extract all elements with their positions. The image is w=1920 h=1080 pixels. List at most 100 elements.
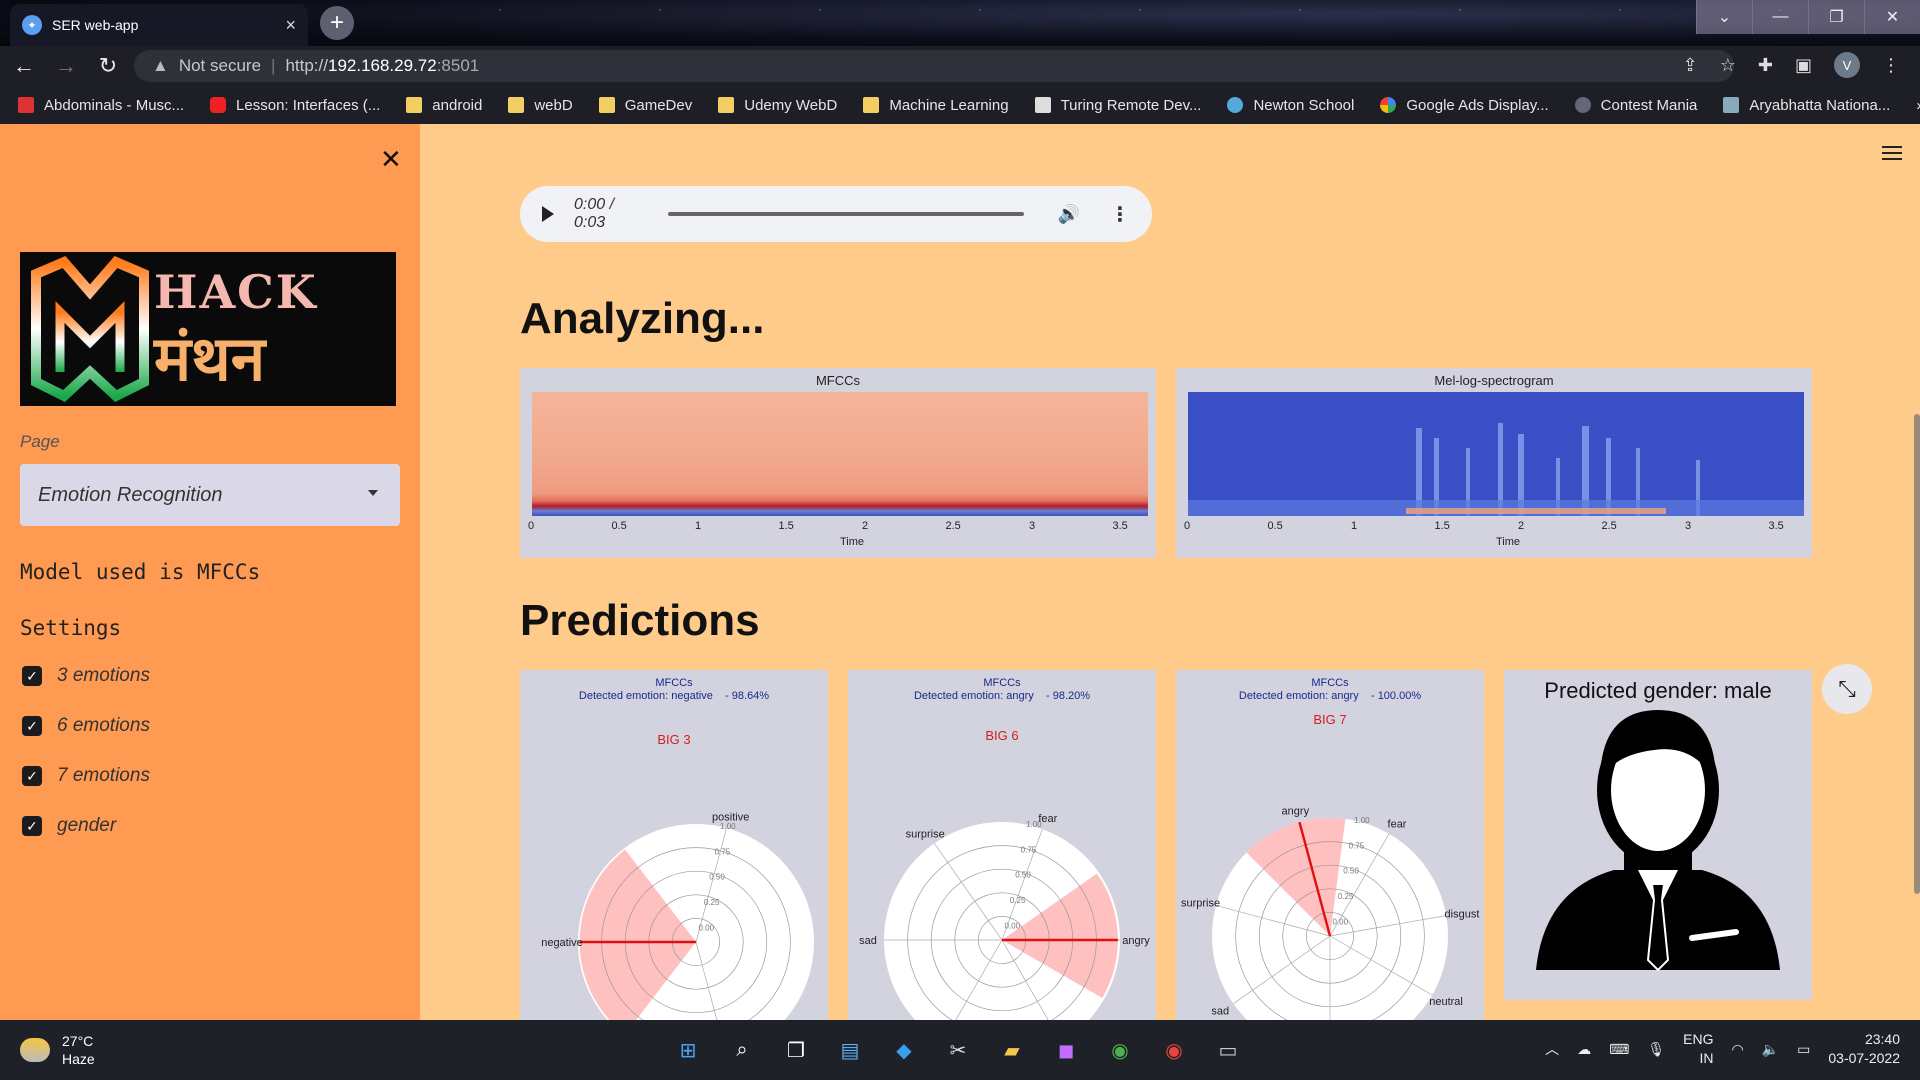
hack-manthan-logo: HACK मंथन <box>20 252 396 406</box>
bookmark-item[interactable]: Lesson: Interfaces (... <box>210 97 380 114</box>
snipping-tool-icon[interactable]: ✂ <box>938 1030 978 1070</box>
file-explorer-icon[interactable]: ▰ <box>992 1030 1032 1070</box>
folder-icon <box>863 97 880 113</box>
url-input[interactable]: ▲ Not secure | http:// 192.168.29.72 :85… <box>134 50 1734 82</box>
vscode-icon[interactable]: ◆ <box>884 1030 924 1070</box>
chat-favicon-icon: ✦ <box>22 15 42 35</box>
weather-widget[interactable]: 27°C Haze <box>20 1032 95 1068</box>
bookmark-item[interactable]: Google Ads Display... <box>1380 97 1549 114</box>
bookmark-item[interactable]: Turing Remote Dev... <box>1034 97 1201 114</box>
browser-tab[interactable]: ✦ SER web-app × <box>10 4 308 46</box>
radar-category-label: disgust <box>1445 908 1480 920</box>
side-panel-icon[interactable]: ▣ <box>1795 55 1812 76</box>
volume-icon[interactable]: 🔊 <box>1058 204 1080 225</box>
bookmark-item[interactable]: Aryabhatta Nationa... <box>1723 97 1890 114</box>
radar-category-label: sad <box>859 935 877 947</box>
clock[interactable]: 23:40 03-07-2022 <box>1828 1030 1900 1068</box>
search-icon[interactable]: ⌕ <box>722 1030 762 1070</box>
x-tick-label: 2 <box>862 520 869 532</box>
radar-category-label: fear <box>1038 813 1057 825</box>
bookmark-folder[interactable]: webD <box>508 97 573 114</box>
radar-category-label: negative <box>541 937 583 949</box>
checkbox-6-emotions[interactable]: ✓ 6 emotions <box>22 715 150 737</box>
checkbox-gender[interactable]: ✓ gender <box>22 815 116 837</box>
x-tick-label: 0.5 <box>611 520 627 532</box>
notepad-icon[interactable]: ▤ <box>830 1030 870 1070</box>
svg-text:HACK: HACK <box>154 265 318 319</box>
windows-start-icon[interactable]: ⊞ <box>668 1030 708 1070</box>
minimize-button[interactable]: — <box>1752 0 1808 34</box>
bookmark-folder[interactable]: Machine Learning <box>863 97 1009 114</box>
chrome-profile-icon[interactable]: ◉ <box>1154 1030 1194 1070</box>
hamburger-menu-icon[interactable] <box>1882 146 1902 164</box>
close-window-button[interactable]: ✕ <box>1864 0 1920 34</box>
speaker-icon[interactable]: 🔈 <box>1762 1041 1779 1058</box>
fullscreen-expand-icon[interactable]: ⤡ <box>1822 664 1872 714</box>
x-tick-label: 1.5 <box>778 520 794 532</box>
url-scheme: http:// <box>285 56 328 75</box>
model-text: Model used is MFCCs <box>20 560 261 584</box>
bookmark-item[interactable]: Newton School <box>1227 97 1354 114</box>
close-sidebar-icon[interactable]: ✕ <box>380 144 402 175</box>
terminal-icon[interactable]: ▭ <box>1208 1030 1248 1070</box>
bookmark-folder[interactable]: android <box>406 97 482 114</box>
sidebar: ✕ HACK मंथन Page Emotion Recognition Mod… <box>0 124 420 1020</box>
menu-kebab-icon[interactable]: ⋮ <box>1882 55 1900 76</box>
onedrive-icon[interactable]: ☁ <box>1577 1041 1591 1058</box>
task-view-icon[interactable]: ❐ <box>776 1030 816 1070</box>
restore-button[interactable]: ❐ <box>1808 0 1864 34</box>
bookmark-item[interactable]: Contest Mania <box>1574 97 1697 114</box>
x-tick-label: 3 <box>1029 520 1036 532</box>
bookmarks-bar: Abdominals - Musc... Lesson: Interfaces … <box>0 86 1920 124</box>
bookmark-star-icon[interactable]: ☆ <box>1720 55 1736 76</box>
tab-search-icon[interactable]: ⌄ <box>1696 0 1752 34</box>
checkmark-icon[interactable]: ✓ <box>22 766 42 786</box>
radar-rtick: 0.75 <box>1349 841 1365 850</box>
extensions-icon[interactable]: ✚ <box>1758 55 1773 76</box>
x-tick-label: 3.5 <box>1768 520 1784 532</box>
play-icon[interactable] <box>542 206 554 222</box>
keyboard-icon[interactable]: ⌨ <box>1609 1041 1629 1058</box>
app-page: ✕ HACK मंथन Page Emotion Recognition Mod… <box>0 124 1920 1020</box>
microphone-icon[interactable]: 🎙 <box>1647 1041 1665 1058</box>
male-avatar-icon <box>1536 710 1780 972</box>
back-icon[interactable]: ← <box>6 48 42 84</box>
x-tick-label: 1 <box>1351 520 1358 532</box>
share-icon[interactable]: ⇪ <box>1683 55 1698 76</box>
forward-icon[interactable]: → <box>48 48 84 84</box>
x-tick-label: 0 <box>528 520 535 532</box>
bookmark-item[interactable]: Abdominals - Musc... <box>18 97 184 114</box>
radar-panel-big7: MFCCs Detected emotion: angry - 100.00% … <box>1176 670 1484 1020</box>
radar-panel-big6: MFCCs Detected emotion: angry - 98.20% B… <box>848 670 1156 1020</box>
checkmark-icon[interactable]: ✓ <box>22 816 42 836</box>
wifi-icon[interactable]: ◠ <box>1731 1041 1743 1058</box>
checkbox-7-emotions[interactable]: ✓ 7 emotions <box>22 765 150 787</box>
bookmarks-overflow-icon[interactable]: » <box>1916 97 1920 114</box>
checkmark-icon[interactable]: ✓ <box>22 716 42 736</box>
audio-more-icon[interactable]: ⋮ <box>1110 202 1130 227</box>
google-icon <box>1380 97 1397 113</box>
reload-icon[interactable]: ↻ <box>90 48 126 84</box>
x-tick-label: 2.5 <box>1601 520 1617 532</box>
page-scrollbar[interactable] <box>1914 414 1920 894</box>
chrome-icon[interactable]: ◉ <box>1100 1030 1140 1070</box>
radar-category-label: fear <box>1388 818 1407 830</box>
code-icon <box>1574 97 1591 113</box>
checkmark-icon[interactable]: ✓ <box>22 666 42 686</box>
new-tab-button[interactable]: + <box>320 6 354 40</box>
chevron-up-icon[interactable]: ︿ <box>1545 1039 1559 1059</box>
spectrogram-xlabel: Time <box>840 536 865 548</box>
bookmark-favicon-icon <box>210 97 227 113</box>
profile-avatar[interactable]: V <box>1834 52 1860 78</box>
battery-icon[interactable]: ▭ <box>1797 1041 1810 1058</box>
radar-category-label: surprise <box>1181 897 1220 909</box>
bookmark-folder[interactable]: GameDev <box>598 97 692 114</box>
tab-close-icon[interactable]: × <box>285 15 296 36</box>
checkbox-3-emotions[interactable]: ✓ 3 emotions <box>22 665 150 687</box>
language-indicator[interactable]: ENG IN <box>1683 1030 1713 1068</box>
intellij-icon[interactable]: ◼ <box>1046 1030 1086 1070</box>
page-select[interactable]: Emotion Recognition <box>20 464 400 526</box>
weather-haze-icon <box>20 1038 50 1062</box>
audio-seek-bar[interactable] <box>668 212 1024 216</box>
bookmark-folder[interactable]: Udemy WebD <box>718 97 837 114</box>
